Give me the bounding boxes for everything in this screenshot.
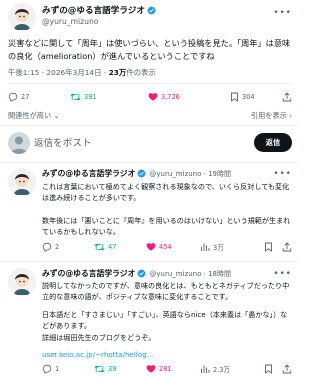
bookmark-icon[interactable] [264,364,273,374]
reply-icon [42,242,52,252]
like-button[interactable]: 281 [146,364,200,374]
reply-post: みずの@ゆる言語学ラジオ @yuru_mizuno · 18時間 • • • 説… [0,264,300,377]
repost-count: 39 [108,365,117,373]
view-quotes-label: 引用を表示 [250,111,287,120]
avatar[interactable] [8,3,36,31]
heart-filled-icon [146,243,156,251]
more-options-icon[interactable]: • • • [273,269,291,279]
repost-count: 391 [84,93,97,101]
verified-badge-icon [137,269,147,278]
chevron-right-icon: › [289,111,292,120]
post-time[interactable]: 午後1:15 · 2026年3月14日 · [8,68,109,77]
avatar[interactable] [8,168,36,196]
bookmark-share-group [264,242,292,252]
reply-paragraph: 説明してなかったのですが、意味の良化とは、もともとネガティブだったり中立的な意味… [42,281,290,302]
views-chart-icon [201,243,210,251]
author-name[interactable]: みずの@ゆる言語学ラジオ [42,268,135,279]
like-count: 281 [159,365,172,373]
divider [0,162,300,163]
bookmark-button[interactable]: 304 [230,92,270,102]
views-count: 3万 [213,244,224,252]
share-icon[interactable] [282,364,292,374]
relevance-sort-dropdown[interactable]: 関連性が高い ⌄ [8,111,59,121]
divider [0,125,300,126]
reply-count: 27 [21,93,30,101]
reply-button[interactable]: 2 [42,242,94,252]
reply-button[interactable]: 27 [8,92,70,102]
repost-icon [94,243,105,251]
reply-paragraph: 日本語だと「すさまじい」「すごい」、英語ならnice（本来義は「愚かな」）などが… [42,309,288,342]
post-detail-page: みずの@ゆる言語学ラジオ @yuru_mizuno • • • 災害などに関して… [0,0,300,377]
current-user-avatar [8,132,30,154]
more-options-icon[interactable]: • • • [273,169,291,179]
verified-badge-icon [147,5,156,15]
like-count: 454 [159,243,172,251]
reply-button[interactable]: 1 [42,364,94,374]
views-chart-icon [201,365,210,373]
blog-link[interactable]: user.keio.ac.jp/~rhotta/hellog... [42,349,292,360]
bookmark-count: 304 [242,93,255,101]
post-text: 災害などに関して「周年」は使いづらい、という投稿を見た。「周年」は意味の良化（a… [8,38,291,61]
reply-count: 2 [55,243,60,251]
heart-filled-icon [146,365,156,373]
avatar[interactable] [8,268,36,296]
reply-actions: 2 47 454 3万 [42,242,292,252]
reply-icon [8,92,18,102]
like-count: 3,726 [161,93,180,101]
chevron-down-icon: ⌄ [53,111,60,120]
views-button[interactable]: 2.3万 [200,364,250,374]
repost-button[interactable]: 47 [94,242,146,252]
reply-count: 1 [55,365,60,373]
reply-input[interactable]: 返信をポスト [34,135,92,149]
main-post: みずの@ゆる言語学ラジオ @yuru_mizuno • • • 災害などに関して… [0,0,300,115]
divider [0,261,300,262]
divider [8,83,292,84]
avatar-illustration [8,168,36,196]
post-actions: 27 391 3,726 304 [8,92,292,102]
repost-button[interactable]: 39 [94,364,146,374]
more-options-icon[interactable]: • • • [273,8,291,18]
author-name[interactable]: みずの@ゆる言語学ラジオ [42,4,145,16]
author-name[interactable]: みずの@ゆる言語学ラジオ [42,168,135,179]
relevance-sort-label: 関連性が高い [8,111,52,120]
reply-post: みずの@ゆる言語学ラジオ @yuru_mizuno · 19時間 • • • こ… [0,164,300,260]
reply-paragraph: これは言葉において極めてよく観察される現象なので、いくら反対しても変化は進み続け… [42,182,290,203]
reply-submit-button[interactable]: 返信 [254,133,292,152]
reply-text: 説明してなかったのですが、意味の良化とは、もともとネガティブだったり中立的な意味… [42,280,292,360]
repost-button[interactable]: 391 [70,92,148,102]
repost-count: 47 [108,243,117,251]
verified-badge-icon [137,169,147,178]
avatar-illustration [8,268,36,296]
views-count: 2.3万 [213,366,231,374]
reply-icon [42,364,52,374]
bookmark-icon[interactable] [264,242,273,252]
bookmark-icon [231,92,238,102]
reply-text: これは言葉において極めてよく観察される現象なので、いくら反対しても変化は進み続け… [42,181,292,238]
share-button[interactable] [282,92,292,102]
repost-icon [70,93,81,101]
author-name-row[interactable]: みずの@ゆる言語学ラジオ @yuru_mizuno · 19時間 [42,168,231,179]
share-icon [282,92,292,102]
reply-actions: 1 39 281 2.3万 [42,364,292,374]
views-button[interactable]: 3万 [200,242,250,252]
repost-icon [94,365,105,373]
user-avatar-icon [8,132,30,154]
reply-composer: 返信をポスト 返信 [0,128,300,160]
author-handle-time[interactable]: @yuru_mizuno · 19時間 [149,169,231,179]
heart-filled-icon [148,93,158,101]
share-icon[interactable] [282,242,292,252]
bookmark-share-group [264,364,292,374]
view-count: 23万 [108,68,127,77]
reply-paragraph: 数年後には「悪いことに『周年』を用いるのはいけない」という規範が生まれているかも… [42,215,291,237]
author-handle[interactable]: @yuru_mizuno [42,17,98,26]
author-handle-time[interactable]: @yuru_mizuno · 18時間 [149,269,231,279]
post-meta: 午後1:15 · 2026年3月14日 · 23万件の表示 [8,67,156,78]
view-quotes-link[interactable]: 引用を表示 › [251,111,292,121]
like-button[interactable]: 454 [146,242,200,252]
author-name-row[interactable]: みずの@ゆる言語学ラジオ @yuru_mizuno · 18時間 [42,268,231,279]
like-button[interactable]: 3,726 [148,92,230,102]
avatar-illustration [8,3,36,31]
author-name-row[interactable]: みずの@ゆる言語学ラジオ [42,4,156,16]
view-label: 件の表示 [126,68,156,77]
